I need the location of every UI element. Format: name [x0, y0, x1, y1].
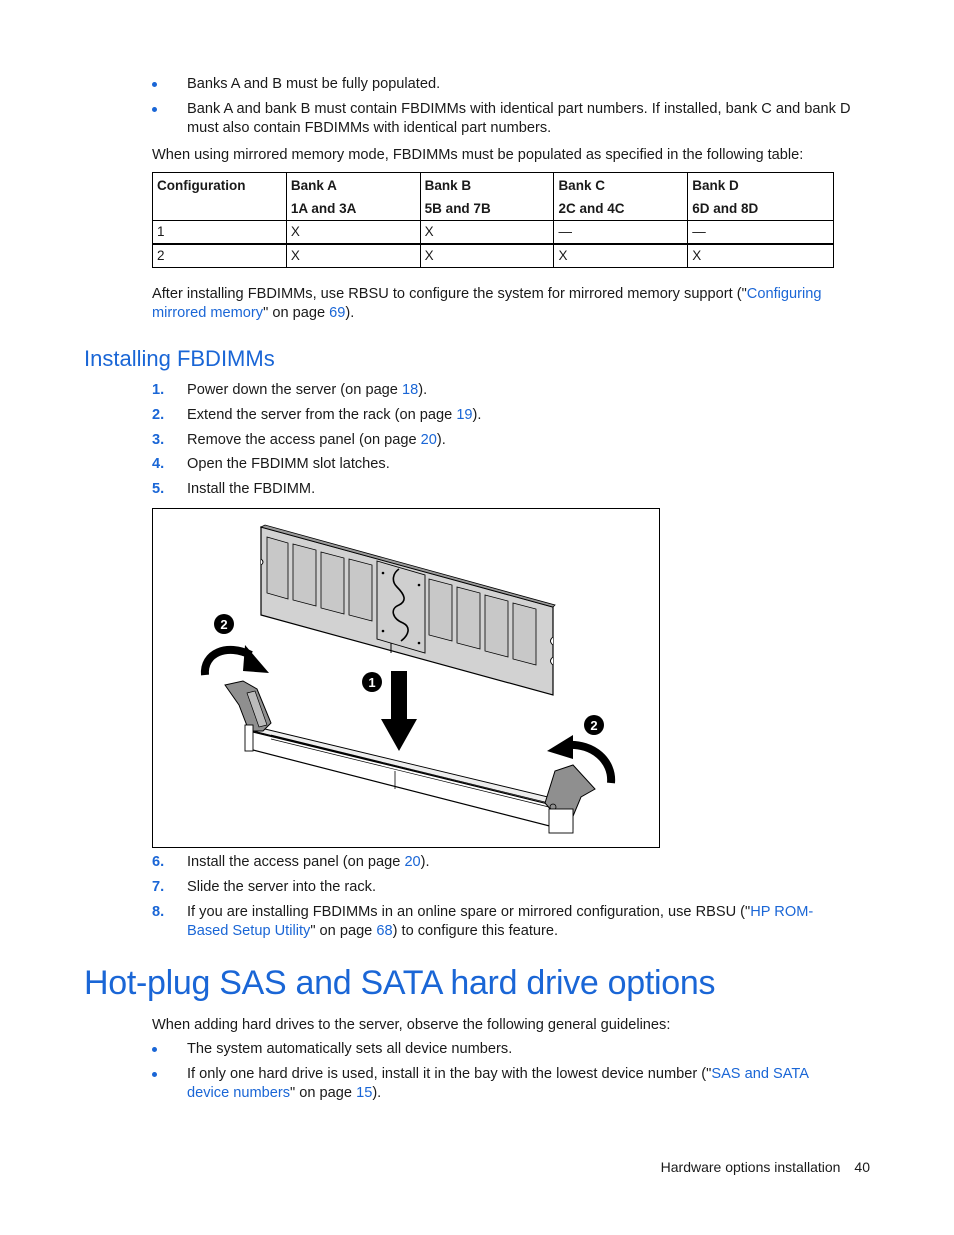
header-bank-a: Bank A 1A and 3A — [285, 172, 421, 221]
text: " on page — [263, 304, 330, 321]
page-69-link[interactable]: 69 — [329, 305, 345, 321]
step-number: 7. — [152, 879, 165, 895]
text: ). — [372, 1084, 382, 1101]
bullet-text: Banks A and B must be fully populated. — [187, 76, 441, 92]
text: ). — [436, 432, 446, 448]
table-row: 1 X X — — — [152, 220, 834, 245]
callout-label: 2 — [220, 617, 227, 632]
header-label: Bank B — [424, 178, 472, 193]
text: ). — [418, 382, 428, 398]
header-label: Configuration — [157, 178, 246, 193]
bullet-icon — [152, 1047, 157, 1052]
step-text: Remove the access panel (on page 20). — [187, 431, 852, 450]
step-text: Install the access panel (on page 20). — [187, 853, 852, 872]
text: ) to configure this feature. — [392, 922, 559, 939]
header-bank-b: Bank B 5B and 7B — [419, 172, 555, 221]
step-text: If you are installing FBDIMMs in an onli… — [187, 903, 852, 940]
table-cell: 2 — [152, 243, 287, 268]
mirrored-memory-table: Configuration Bank A 1A and 3A Bank B 5B a… — [152, 172, 834, 268]
page-link[interactable]: 19 — [456, 407, 472, 423]
table-intro: When using mirrored memory mode, FBDIMMs… — [152, 147, 804, 163]
step-text: Open the FBDIMM slot latches. — [187, 456, 390, 472]
header-bank-c: Bank C 2C and 4C — [553, 172, 689, 221]
text: After installing FBDIMMs, use RBSU to co… — [152, 286, 747, 302]
bullet-text: If only one hard drive is used, install … — [187, 1065, 852, 1102]
after-table-paragraph: After installing FBDIMMs, use RBSU to co… — [152, 285, 852, 322]
callout-2-right: 2 — [584, 715, 604, 735]
callout-label: 1 — [368, 675, 375, 690]
table-cell: — — [687, 220, 834, 245]
table-cell: X — [553, 243, 689, 268]
step-text: Install the FBDIMM. — [187, 481, 316, 497]
table-row: 2 X X X X — [152, 243, 834, 268]
step-text: Slide the server into the rack. — [187, 879, 376, 895]
bullet-icon — [152, 82, 157, 87]
text: ). — [472, 407, 482, 423]
header-configuration: Configuration — [152, 172, 287, 221]
rotate-clockwise-arrow-icon — [200, 645, 269, 676]
text: Extend the server from the rack (on page — [187, 407, 457, 423]
step-text: Extend the server from the rack (on page… — [187, 406, 852, 425]
fbdimm-module — [259, 524, 556, 696]
step-number: 2. — [152, 407, 165, 423]
header-sublabel: 5B and 7B — [424, 201, 491, 216]
header-bank-d: Bank D 6D and 8D — [687, 172, 834, 221]
header-label: Bank D — [692, 178, 739, 193]
header-sublabel: 6D and 8D — [692, 201, 759, 216]
chapter-heading-hot-plug: Hot-plug SAS and SATA hard drive options — [84, 964, 716, 1002]
step-number: 1. — [152, 382, 165, 398]
header-sublabel: 1A and 3A — [290, 201, 357, 216]
text: If you are installing FBDIMMs in an onli… — [187, 904, 751, 920]
bullet-icon — [152, 107, 157, 112]
heat-spreader — [376, 560, 426, 654]
header-sublabel: 2C and 4C — [558, 201, 625, 216]
header-label: Bank C — [558, 178, 605, 193]
table-cell: X — [687, 243, 834, 268]
section-heading-installing-fbdimms: Installing FBDIMMs — [84, 346, 275, 371]
text: ). — [345, 304, 355, 321]
text: If only one hard drive is used, install … — [187, 1066, 712, 1082]
step-number: 4. — [152, 456, 165, 472]
table-cell: X — [285, 243, 421, 268]
page-link[interactable]: 68 — [376, 923, 392, 939]
bullet-text: The system automatically sets all device… — [187, 1041, 513, 1057]
fbdimm-illustration: 1 2 2 — [200, 524, 616, 834]
bullet-icon — [152, 1072, 157, 1077]
callout-1: 1 — [362, 672, 382, 692]
step-number: 6. — [152, 854, 165, 870]
text: " on page — [310, 922, 377, 939]
down-arrow-icon — [381, 671, 417, 751]
footer-section-title: Hardware options installation — [660, 1159, 841, 1175]
text: " on page — [290, 1084, 357, 1101]
text: Remove the access panel (on page — [187, 432, 421, 448]
header-label: Bank A — [290, 178, 337, 193]
page-link[interactable]: 18 — [402, 382, 418, 398]
text: Install the access panel (on page — [187, 854, 405, 870]
page-number: 40 — [854, 1159, 870, 1175]
step-number: 3. — [152, 432, 165, 448]
page-link[interactable]: 20 — [404, 854, 420, 870]
page-link[interactable]: 20 — [421, 432, 437, 448]
callout-2-left: 2 — [214, 614, 234, 634]
step-number: 5. — [152, 481, 165, 497]
table-cell: X — [285, 220, 421, 245]
text: ). — [420, 854, 430, 870]
table-cell: X — [419, 220, 555, 245]
page-footer: Hardware options installation 40 — [600, 1158, 870, 1177]
table-cell: X — [419, 243, 555, 268]
step-number: 8. — [152, 904, 165, 920]
text: Power down the server (on page — [187, 382, 402, 398]
slot-latch-right — [544, 764, 596, 834]
bullet-text: Bank A and bank B must contain FBDIMMs w… — [187, 101, 851, 136]
fbdimm-install-figure: 1 2 2 — [152, 508, 660, 848]
table-header-row: Configuration Bank A 1A and 3A Bank B 5B a… — [152, 172, 834, 221]
hotplug-intro: When adding hard drives to the server, o… — [152, 1017, 671, 1033]
table-cell: — — [553, 220, 689, 245]
dimm-slot — [248, 728, 574, 832]
callout-label: 2 — [590, 718, 597, 733]
step-text: Power down the server (on page 18). — [187, 381, 852, 400]
table-cell: 1 — [152, 220, 287, 245]
page-link[interactable]: 15 — [356, 1085, 372, 1101]
